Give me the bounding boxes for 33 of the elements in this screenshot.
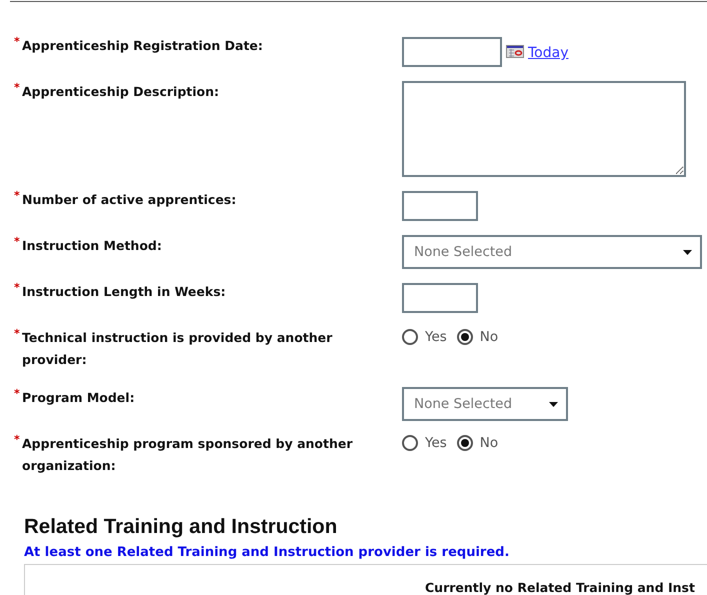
required-marker: * xyxy=(14,433,21,448)
required-marker: * xyxy=(14,81,21,96)
number-field[interactable] xyxy=(402,191,478,221)
required-marker: * xyxy=(14,189,21,204)
description-field[interactable] xyxy=(402,81,686,177)
field-label: Number of active apprentices: xyxy=(22,191,236,209)
date-field[interactable] xyxy=(402,37,502,67)
required-marker: * xyxy=(14,281,21,296)
field-label: Instruction Length in Weeks: xyxy=(22,283,226,301)
required-marker: * xyxy=(14,35,21,50)
caret-icon xyxy=(549,402,558,406)
field-label: Apprenticeship program sponsored by another organization: xyxy=(22,435,354,475)
field-label: Instruction Method: xyxy=(22,237,162,255)
today-link[interactable]: Today xyxy=(528,45,568,61)
field-label: Program Model: xyxy=(22,389,135,407)
field-label: Apprenticeship Description: xyxy=(22,83,220,101)
caret-icon xyxy=(683,250,692,254)
dropdown[interactable]: None Selected xyxy=(402,387,568,421)
required-notice: At least one Related Training and Instruction provider is required. xyxy=(24,545,510,560)
dropdown[interactable]: None Selected xyxy=(402,235,702,269)
number-field[interactable] xyxy=(402,283,478,313)
required-marker: * xyxy=(14,327,21,342)
required-marker: * xyxy=(14,235,21,250)
empty-message: Currently no Related Training and Inst xyxy=(425,580,695,595)
radio-option[interactable]: No xyxy=(456,329,498,345)
field-label: Apprenticeship Registration Date: xyxy=(22,37,263,55)
section-title: Related Training and Instruction xyxy=(24,515,338,539)
radio-option[interactable]: Yes xyxy=(402,435,447,451)
calendar-icon[interactable] xyxy=(506,45,524,58)
required-marker: * xyxy=(14,387,21,402)
radio-option[interactable]: Yes xyxy=(402,329,447,345)
radio-option[interactable]: No xyxy=(456,435,498,451)
field-label: Technical instruction is provided by another provider: xyxy=(22,329,334,369)
